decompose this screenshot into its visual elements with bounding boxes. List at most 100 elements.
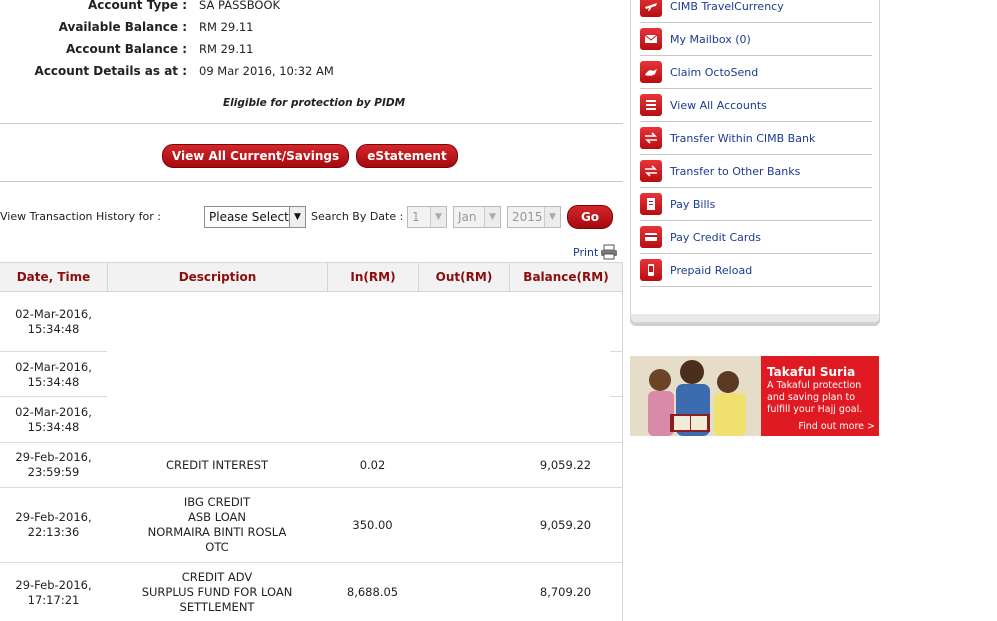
quick-link-view-all-accounts[interactable]: View All Accounts xyxy=(640,89,872,122)
family-photo xyxy=(630,356,761,436)
takaful-suria-banner[interactable]: Takaful Suria A Takaful protection and s… xyxy=(630,356,879,436)
reload-icon xyxy=(640,259,662,281)
pidm-note: Eligible for protection by PIDM xyxy=(223,97,406,109)
description-line: SETTLEMENT xyxy=(179,600,255,614)
available-balance-label: Available Balance : xyxy=(58,20,187,34)
print-link[interactable]: Print xyxy=(573,246,598,259)
description-line: ASB LOAN xyxy=(187,510,247,524)
account-type-value: SA PASSBOOK xyxy=(199,0,281,12)
find-out-more-link[interactable]: Find out more > xyxy=(798,421,875,432)
time-text: 15:34:48 xyxy=(27,375,80,389)
description-line: IBG CREDIT xyxy=(183,495,251,509)
row-divider xyxy=(0,351,107,352)
balance-cell: 8,709.20 xyxy=(539,585,592,599)
account-balance-label: Account Balance : xyxy=(66,42,187,56)
account-type-label: Account Type : xyxy=(87,0,187,12)
quick-link-pay-credit-cards[interactable]: Pay Credit Cards xyxy=(640,221,872,254)
quick-link-travel-currency[interactable]: CIMB TravelCurrency xyxy=(640,0,872,23)
dropdown-arrow-icon: ▼ xyxy=(544,207,560,227)
header-date-time: Date, Time xyxy=(16,270,91,284)
quick-link-transfer-other[interactable]: Transfer to Other Banks xyxy=(640,155,872,188)
row-divider xyxy=(610,396,622,397)
month-select-value: Jan xyxy=(458,210,477,224)
day-select[interactable]: 1 ▼ xyxy=(407,206,447,228)
description-cell: CREDIT INTEREST xyxy=(107,458,327,473)
date-text: 02-Mar-2016, xyxy=(15,405,92,419)
go-button[interactable]: Go xyxy=(567,205,613,229)
available-balance-value: RM 29.11 xyxy=(199,20,254,34)
description-line: NORMAIRA BINTI ROSLA xyxy=(147,525,287,539)
date-cell: 29-Feb-2016, 23:59:59 xyxy=(0,450,107,480)
quick-link-label: Pay Bills xyxy=(670,198,716,211)
in-cell: 8,688.05 xyxy=(346,585,399,599)
quick-link-mailbox[interactable]: My Mailbox (0) xyxy=(640,23,872,56)
travel-currency-icon xyxy=(640,0,662,17)
bills-icon xyxy=(640,193,662,215)
balance-cell: 9,059.20 xyxy=(539,518,592,532)
description-line: OTC xyxy=(205,540,229,554)
credit-card-icon xyxy=(640,226,662,248)
quick-link-octosend[interactable]: Claim OctoSend xyxy=(640,56,872,89)
divider xyxy=(0,123,623,124)
balance-cell: 9,059.22 xyxy=(539,458,592,472)
header-out: Out(RM) xyxy=(418,263,509,292)
description-line: SURPLUS FUND FOR LOAN xyxy=(141,585,293,599)
date-text: 02-Mar-2016, xyxy=(15,307,92,321)
account-details-value: 09 Mar 2016, 10:32 AM xyxy=(199,64,334,78)
date-cell: 29-Feb-2016, 22:13:36 xyxy=(0,510,107,540)
estatement-button[interactable]: eStatement xyxy=(356,144,458,168)
quick-link-pay-bills[interactable]: Pay Bills xyxy=(640,188,872,221)
date-cell: 02-Mar-2016, 15:34:48 xyxy=(0,405,107,435)
account-details-row: Account Details as at : 09 Mar 2016, 10:… xyxy=(0,62,334,80)
search-by-date-label: Search By Date : xyxy=(311,210,404,223)
dropdown-arrow-icon: ▼ xyxy=(289,207,305,227)
quick-link-prepaid-reload[interactable]: Prepaid Reload xyxy=(640,254,872,287)
date-cell: 02-Mar-2016, 15:34:48 xyxy=(0,307,107,337)
quick-link-label: My Mailbox (0) xyxy=(670,33,751,46)
description-line: CREDIT INTEREST xyxy=(165,458,269,472)
view-all-current-savings-button[interactable]: View All Current/Savings xyxy=(162,144,349,168)
in-cell: 350.00 xyxy=(352,518,393,532)
time-text: 17:17:21 xyxy=(27,593,80,607)
date-text: 02-Mar-2016, xyxy=(15,360,92,374)
transfer-other-icon xyxy=(640,160,662,182)
day-select-value: 1 xyxy=(412,210,420,224)
divider xyxy=(0,181,623,182)
banner-text: A Takaful protection and saving plan to … xyxy=(767,380,863,415)
time-text: 22:13:36 xyxy=(27,525,80,539)
table-header: Date, Time Description In(RM) Out(RM) Ba… xyxy=(0,262,623,292)
date-text: 29-Feb-2016, xyxy=(15,578,92,592)
banner-title: Takaful Suria xyxy=(767,365,856,379)
row-divider xyxy=(610,351,622,352)
dropdown-arrow-icon: ▼ xyxy=(484,207,500,227)
transfer-within-icon xyxy=(640,127,662,149)
year-select[interactable]: 2015 ▼ xyxy=(507,206,561,228)
month-select[interactable]: Jan ▼ xyxy=(453,206,501,228)
quick-link-transfer-within[interactable]: Transfer Within CIMB Bank xyxy=(640,122,872,155)
quick-link-label: Transfer Within CIMB Bank xyxy=(670,132,816,145)
account-balance-row: Account Balance : RM 29.11 xyxy=(0,40,330,58)
date-text: 29-Feb-2016, xyxy=(15,450,92,464)
mailbox-icon xyxy=(640,28,662,50)
account-type-row: Account Type : SA PASSBOOK xyxy=(0,0,330,14)
account-select[interactable]: Please Select ▼ xyxy=(204,206,306,228)
view-history-label: View Transaction History for : xyxy=(0,210,161,223)
list-icon xyxy=(640,94,662,116)
banner-text-area: Takaful Suria A Takaful protection and s… xyxy=(761,356,879,436)
account-details-label: Account Details as at : xyxy=(34,64,187,78)
dropdown-arrow-icon: ▼ xyxy=(430,207,446,227)
time-text: 15:34:48 xyxy=(27,420,80,434)
in-cell: 0.02 xyxy=(359,458,386,472)
table-row: 02-Mar-2016, 15:34:48 xyxy=(0,398,623,443)
quick-link-label: Prepaid Reload xyxy=(670,264,753,277)
quick-link-label: View All Accounts xyxy=(670,99,767,112)
printer-icon[interactable] xyxy=(600,244,618,260)
time-text: 23:59:59 xyxy=(27,465,80,479)
quick-links-panel: CIMB TravelCurrency My Mailbox (0) Claim… xyxy=(630,0,880,323)
header-balance: Balance(RM) xyxy=(509,263,622,292)
octosend-icon xyxy=(640,61,662,83)
table-row: 29-Feb-2016, 22:13:36 IBG CREDIT ASB LOA… xyxy=(0,488,623,562)
table-row: 02-Mar-2016, 15:34:48 xyxy=(0,353,623,398)
table-row: 29-Feb-2016, 17:17:21 CREDIT ADV SURPLUS… xyxy=(0,563,623,621)
available-balance-row: Available Balance : RM 29.11 xyxy=(0,18,330,36)
